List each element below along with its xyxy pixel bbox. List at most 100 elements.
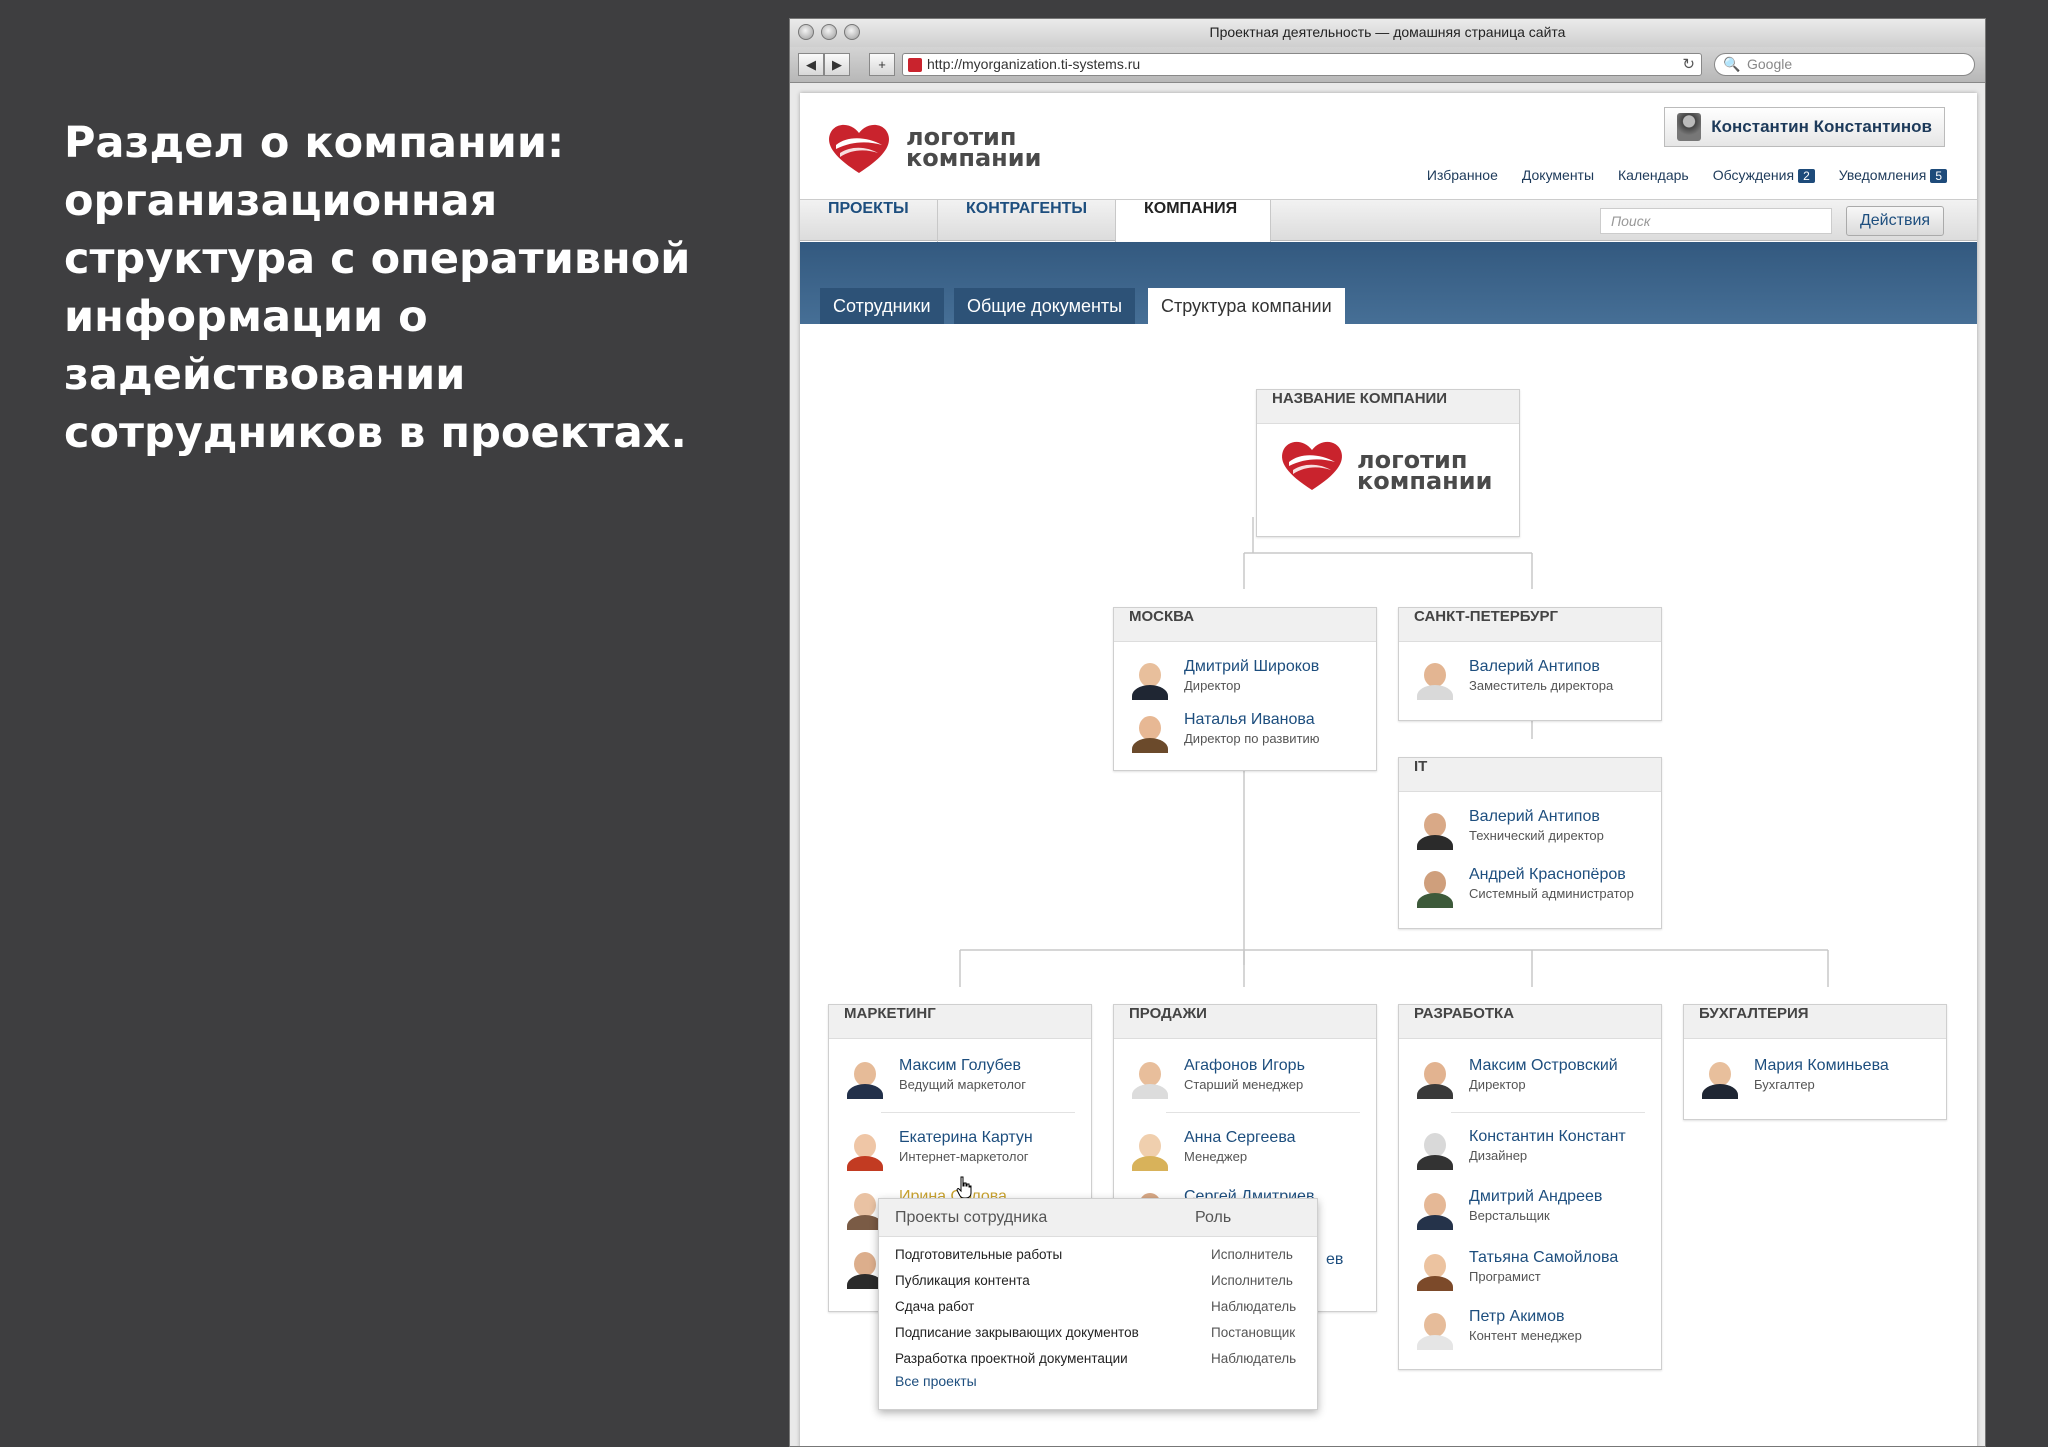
address-bar[interactable]: http://myorganization.ti-systems.ru ↻	[902, 53, 1702, 76]
person-role: Заместитель директора	[1469, 678, 1614, 693]
project-role: Исполнитель	[1211, 1273, 1293, 1288]
unit-title: БУХГАЛТЕРИЯ	[1684, 1005, 1946, 1039]
project-role: Постановщик	[1211, 1325, 1296, 1340]
person-name-link[interactable]: Татьяна Самойлова	[1469, 1249, 1618, 1267]
person-photo	[1130, 1057, 1170, 1099]
person-role: Директор	[1184, 678, 1241, 693]
person-photo	[1700, 1057, 1740, 1099]
person-photo	[1415, 1188, 1455, 1230]
row-divider	[881, 1112, 1075, 1113]
person-photo	[1415, 1057, 1455, 1099]
search-icon: 🔍	[1723, 56, 1741, 72]
popup-header: Проекты сотрудника Роль	[879, 1199, 1317, 1237]
person-role: Директор по развитию	[1184, 731, 1320, 746]
org-unit-moscow: МОСКВА Дмитрий Широков Директор Наталья …	[1113, 607, 1377, 771]
row-divider	[1166, 1112, 1360, 1113]
url-text: http://myorganization.ti-systems.ru	[927, 56, 1141, 72]
project-role: Исполнитель	[1211, 1247, 1293, 1262]
site-favicon-icon	[908, 58, 922, 72]
person-photo	[1130, 1129, 1170, 1171]
forward-button[interactable]: ▶	[824, 53, 850, 76]
unit-title: МАРКЕТИНГ	[829, 1005, 1091, 1039]
employee-projects-popup: Проекты сотрудника Роль Подготовительные…	[878, 1198, 1318, 1410]
person-photo	[1130, 711, 1170, 753]
popup-project-row[interactable]: Публикация контента Исполнитель	[895, 1273, 1301, 1299]
unit-title: IT	[1399, 758, 1661, 792]
project-name: Разработка проектной документации	[895, 1351, 1128, 1366]
new-tab-button[interactable]: +	[869, 53, 895, 76]
person-name-link[interactable]: Валерий Антипов	[1469, 658, 1600, 676]
person-photo	[1415, 658, 1455, 700]
person-photo	[1415, 1249, 1455, 1291]
project-name: Публикация контента	[895, 1273, 1030, 1288]
person-name-link[interactable]: Максим Островский	[1469, 1057, 1618, 1075]
org-unit-spb: САНКТ-ПЕТЕРБУРГ Валерий Антипов Заместит…	[1398, 607, 1662, 721]
person-name-link[interactable]: Андрей Краснопёров	[1469, 866, 1626, 884]
person-name-link[interactable]: ев	[1326, 1251, 1343, 1269]
person-photo	[1415, 1308, 1455, 1350]
project-name: Подписание закрывающих документов	[895, 1325, 1139, 1340]
unit-title: САНКТ-ПЕТЕРБУРГ	[1399, 608, 1661, 642]
person-role: Верстальщик	[1469, 1208, 1550, 1223]
project-role: Наблюдатель	[1211, 1351, 1297, 1366]
browser-toolbar: ◀ ▶ + http://myorganization.ti-systems.r…	[790, 47, 1985, 83]
all-projects-link[interactable]: Все проекты	[895, 1373, 977, 1389]
person-name-link[interactable]: Агафонов Игорь	[1184, 1057, 1305, 1075]
person-card[interactable]: Константин Констант Дизайнер	[1415, 1128, 1655, 1176]
popup-project-row[interactable]: Сдача работ Наблюдатель	[895, 1299, 1301, 1325]
person-name-link[interactable]: Анна Сергеева	[1184, 1129, 1296, 1147]
person-role: Контент менеджер	[1469, 1328, 1582, 1343]
person-name-link[interactable]: Мария Коминьева	[1754, 1057, 1889, 1075]
popup-project-row[interactable]: Подписание закрывающих документов Постано…	[895, 1325, 1301, 1351]
person-name-link[interactable]: Дмитрий Широков	[1184, 658, 1319, 676]
person-name-link[interactable]: Наталья Иванова	[1184, 711, 1315, 729]
person-photo	[845, 1057, 885, 1099]
person-name-link[interactable]: Максим Голубев	[899, 1057, 1021, 1075]
company-box-title: НАЗВАНИЕ КОМПАНИИ	[1257, 390, 1519, 424]
project-name: Сдача работ	[895, 1299, 975, 1314]
person-name-link[interactable]: Екатерина Картун	[899, 1129, 1033, 1147]
hand-cursor-icon	[956, 1176, 972, 1198]
row-divider	[1451, 1112, 1645, 1113]
company-logo-line2: компании	[1357, 467, 1493, 495]
project-name: Подготовительные работы	[895, 1247, 1063, 1262]
person-role: Програмист	[1469, 1269, 1541, 1284]
person-role: Директор	[1469, 1077, 1526, 1092]
unit-title: РАЗРАБОТКА	[1399, 1005, 1661, 1039]
org-unit-development: РАЗРАБОТКА Максим Островский Директор Ко…	[1398, 1004, 1662, 1370]
person-role: Технический директор	[1469, 828, 1604, 843]
person-name-link[interactable]: Константин Констант	[1469, 1128, 1626, 1146]
company-logo: логотип компании	[1277, 436, 1497, 496]
window-titlebar: Проектная деятельность — домашняя страни…	[790, 19, 1985, 47]
person-role: Старший менеджер	[1184, 1077, 1304, 1092]
person-photo	[845, 1129, 885, 1171]
reload-icon[interactable]: ↻	[1682, 54, 1695, 75]
browser-search-placeholder: Google	[1747, 56, 1793, 72]
org-company-box: НАЗВАНИЕ КОМПАНИИ логотип компании	[1256, 389, 1520, 537]
window-title: Проектная деятельность — домашняя страни…	[1209, 24, 1566, 40]
browser-search-field[interactable]: 🔍 Google	[1714, 53, 1975, 76]
unit-title: МОСКВА	[1114, 608, 1376, 642]
slide-title: Раздел о компании: организационная струк…	[64, 118, 691, 458]
project-role: Наблюдатель	[1211, 1299, 1297, 1314]
popup-col-role: Роль	[1195, 1209, 1232, 1226]
person-role: Системный администратор	[1469, 886, 1634, 901]
heart-logo-icon	[1282, 441, 1342, 490]
popup-col-project: Проекты сотрудника	[895, 1209, 1048, 1226]
person-photo	[1415, 808, 1455, 850]
person-role: Интернет-маркетолог	[899, 1149, 1029, 1164]
popup-project-row[interactable]: Подготовительные работы Исполнитель	[895, 1247, 1301, 1273]
org-unit-it: IT Валерий Антипов Технический директор …	[1398, 757, 1662, 929]
org-unit-accounting: БУХГАЛТЕРИЯ Мария Коминьева Бухгалтер	[1683, 1004, 1947, 1120]
person-name-link[interactable]: Валерий Антипов	[1469, 808, 1600, 826]
back-button[interactable]: ◀	[798, 53, 824, 76]
person-name-link[interactable]: Петр Акимов	[1469, 1308, 1565, 1326]
person-photo	[1415, 1128, 1455, 1170]
person-role: Ведущий маркетолог	[899, 1077, 1027, 1092]
unit-title: ПРОДАЖИ	[1114, 1005, 1376, 1039]
person-photo	[1130, 658, 1170, 700]
person-role: Дизайнер	[1469, 1148, 1528, 1163]
person-role: Менеджер	[1184, 1149, 1248, 1164]
person-photo	[1415, 866, 1455, 908]
person-name-link[interactable]: Дмитрий Андреев	[1469, 1188, 1602, 1206]
